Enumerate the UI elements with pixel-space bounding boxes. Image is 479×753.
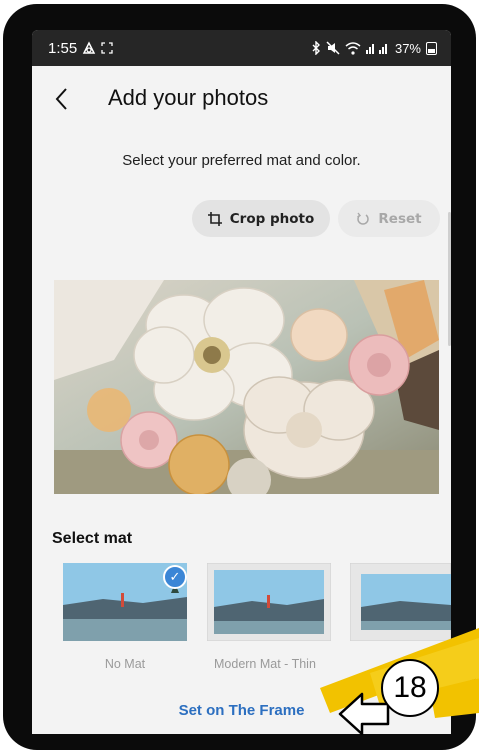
- status-time: 1:55: [48, 39, 78, 57]
- mat-label-modern-thin: Modern Mat - Thin: [214, 657, 316, 671]
- status-bar: 1:55 37%: [32, 30, 451, 66]
- page-subtitle: Select your preferred mat and color.: [122, 152, 361, 169]
- scroll-indicator: [448, 212, 451, 346]
- reset-button[interactable]: Reset: [338, 200, 440, 237]
- wifi-icon: [345, 41, 361, 55]
- bluetooth-icon: [312, 41, 320, 55]
- signal-icon: [365, 44, 387, 54]
- back-button[interactable]: [46, 84, 76, 114]
- mat-label-no-mat: No Mat: [104, 657, 146, 671]
- crop-photo-button[interactable]: Crop photo: [192, 200, 330, 237]
- reset-label: Reset: [378, 210, 422, 227]
- crop-photo-label: Crop photo: [229, 210, 315, 227]
- alarm-icon: [82, 41, 96, 54]
- selected-check-icon: ✓: [163, 565, 187, 589]
- step-number-badge: 18: [381, 659, 439, 717]
- chevron-left-icon: [55, 88, 67, 110]
- crop-icon: [207, 211, 222, 226]
- select-mat-title: Select mat: [52, 530, 133, 547]
- photo-preview[interactable]: [54, 280, 439, 494]
- mute-icon: [326, 41, 340, 55]
- reset-icon: [357, 212, 370, 225]
- battery-icon: [426, 41, 437, 55]
- screenshot-icon: [101, 42, 113, 54]
- page-title: Add your photos: [108, 85, 269, 110]
- battery-percent: 37%: [394, 40, 421, 56]
